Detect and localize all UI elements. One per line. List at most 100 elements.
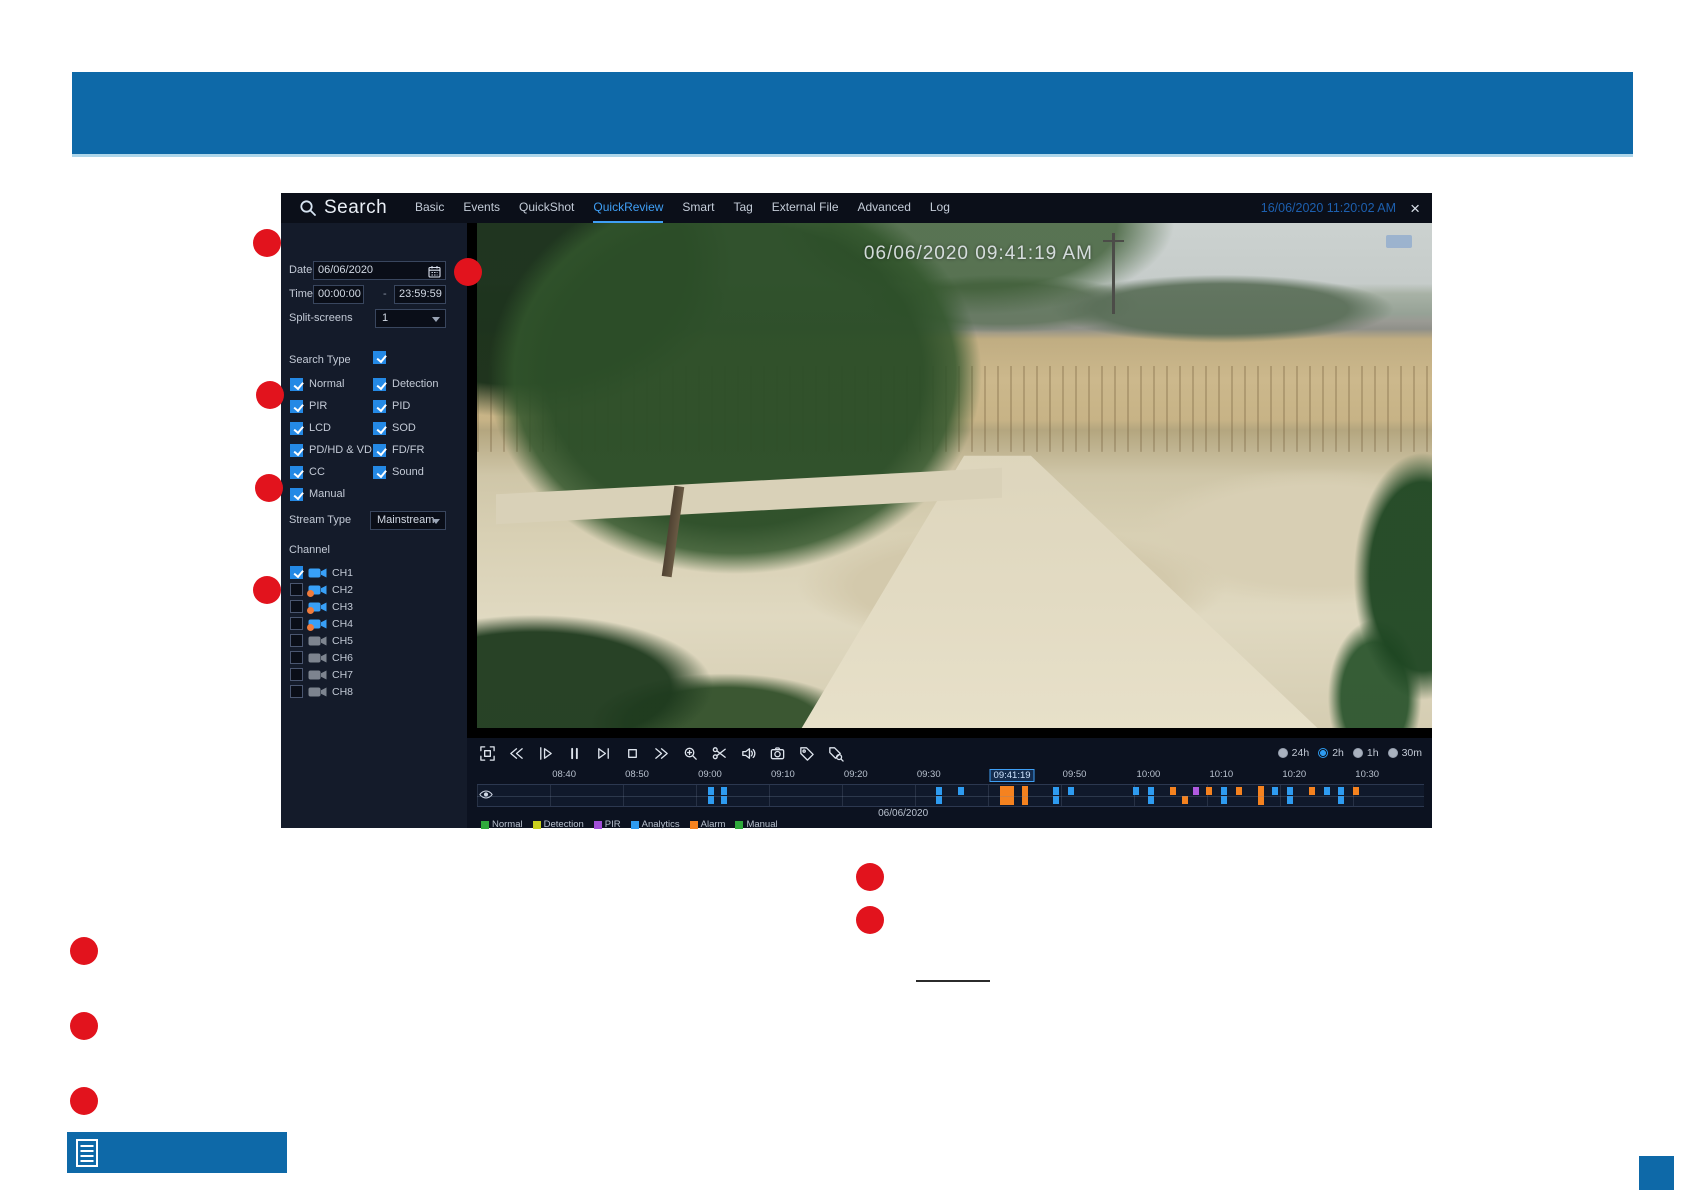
legend-item: Manual [735, 819, 777, 830]
checkbox-icon[interactable] [373, 444, 386, 457]
timeline-zoom-option[interactable]: 1h [1353, 747, 1379, 759]
add-tag-button[interactable] [796, 744, 817, 763]
search-tag-button[interactable] [825, 744, 846, 763]
checkbox-icon[interactable] [290, 685, 303, 698]
channel-option-label: CH4 [332, 618, 353, 630]
channel-option[interactable]: CH5 [290, 632, 467, 649]
search-type-option[interactable]: Detection [373, 373, 438, 395]
tab[interactable]: Events [463, 193, 500, 223]
tab[interactable]: Tag [733, 193, 752, 223]
checkbox-icon[interactable] [290, 422, 303, 435]
date-input[interactable]: 06/06/2020 [313, 261, 446, 280]
checkbox-icon[interactable] [373, 466, 386, 479]
video-player[interactable]: 06/06/2020 09:41:19 AM [467, 223, 1432, 738]
close-icon[interactable]: × [1410, 200, 1420, 217]
checkbox-icon[interactable] [290, 378, 303, 391]
checkbox-icon[interactable] [290, 400, 303, 413]
channel-option[interactable]: CH6 [290, 649, 467, 666]
checkbox-icon[interactable] [290, 488, 303, 501]
search-type-option[interactable]: Manual [290, 483, 373, 505]
stream-type-value: Mainstream [377, 514, 434, 526]
stream-type-select[interactable]: Mainstream [370, 511, 446, 530]
checkbox-icon[interactable] [373, 422, 386, 435]
timeline-tick-label: 09:30 [917, 769, 941, 780]
checkbox-icon[interactable] [290, 634, 303, 647]
channel-option-label: CH3 [332, 601, 353, 613]
tab[interactable]: Log [930, 193, 950, 223]
checkbox-icon[interactable] [373, 400, 386, 413]
tab[interactable]: QuickReview [593, 193, 663, 223]
calendar-icon[interactable] [428, 265, 441, 278]
tab[interactable]: Basic [415, 193, 444, 223]
search-type-option-label: Manual [309, 488, 345, 500]
timeline-marker [1133, 787, 1139, 795]
checkbox-icon[interactable] [290, 651, 303, 664]
search-type-option[interactable]: FD/FR [373, 439, 438, 461]
search-type-option-label: Normal [309, 378, 344, 390]
fast-forward-button[interactable] [651, 744, 672, 763]
search-type-options: Normal Detection PIR PID [290, 373, 438, 505]
rewind-button[interactable] [506, 744, 527, 763]
legend-swatch [631, 821, 639, 829]
legend-label: Manual [746, 819, 777, 830]
tab[interactable]: External File [772, 193, 839, 223]
tab[interactable]: QuickShot [519, 193, 574, 223]
timeline-marker [1272, 787, 1278, 795]
slow-play-button[interactable] [535, 744, 556, 763]
channel-option[interactable]: CH3 [290, 598, 467, 615]
timeline-tick-label: 10:00 [1137, 769, 1161, 780]
search-type-option[interactable]: PD/HD & VD [290, 439, 373, 461]
fullscreen-button[interactable] [477, 744, 498, 763]
checkbox-icon[interactable] [290, 466, 303, 479]
timeline-track[interactable] [477, 784, 1424, 807]
navbar-right: 16/06/2020 11:20:02 AM × [1261, 200, 1432, 217]
search-type-option[interactable]: PIR [290, 395, 373, 417]
split-screens-select[interactable]: 1 [375, 309, 446, 328]
eye-icon[interactable] [479, 789, 493, 800]
frame-step-button[interactable] [593, 744, 614, 763]
timeline-zoom-option[interactable]: 30m [1388, 747, 1422, 759]
cut-button[interactable] [709, 744, 730, 763]
channel-option[interactable]: CH1 [290, 564, 467, 581]
timeline-zoom-option[interactable]: 2h [1318, 747, 1344, 759]
time-from-input[interactable]: 00:00:00 [313, 285, 364, 304]
snapshot-button[interactable] [767, 744, 788, 763]
search-sidebar: Date 06/06/2020 Time 00:00:00 - 23:59: [281, 223, 467, 828]
checkbox-icon[interactable] [290, 566, 303, 579]
channel-option[interactable]: CH4 [290, 615, 467, 632]
split-screens-row: Split-screens 1 [281, 309, 467, 329]
checkbox-icon[interactable] [290, 444, 303, 457]
checkbox-icon[interactable] [373, 378, 386, 391]
split-screens-value: 1 [382, 312, 388, 324]
stop-button[interactable] [622, 744, 643, 763]
time-to-input[interactable]: 23:59:59 [394, 285, 446, 304]
camera-icon [308, 618, 327, 630]
search-type-option[interactable]: LCD [290, 417, 373, 439]
channel-label: Channel [289, 544, 330, 556]
channel-option[interactable]: CH2 [290, 581, 467, 598]
radio-icon [1318, 748, 1328, 758]
search-type-option[interactable]: Normal [290, 373, 373, 395]
search-type-all-checkbox[interactable] [373, 351, 386, 364]
timeline-zoom-option[interactable]: 24h [1278, 747, 1310, 759]
timeline-marker [1338, 796, 1344, 804]
checkbox-icon[interactable] [290, 617, 303, 630]
tab[interactable]: Smart [682, 193, 714, 223]
volume-button[interactable] [738, 744, 759, 763]
checkbox-icon[interactable] [290, 600, 303, 613]
channel-option[interactable]: CH7 [290, 666, 467, 683]
pause-button[interactable] [564, 744, 585, 763]
checkbox-icon[interactable] [290, 668, 303, 681]
checkbox-icon[interactable] [290, 583, 303, 596]
search-type-option[interactable]: SOD [373, 417, 438, 439]
digital-zoom-button[interactable] [680, 744, 701, 763]
channel-option[interactable]: CH8 [290, 683, 467, 700]
tab[interactable]: Advanced [858, 193, 911, 223]
radio-icon [1388, 748, 1398, 758]
search-type-option[interactable]: CC [290, 461, 373, 483]
search-type-option[interactable]: Sound [373, 461, 438, 483]
legend-item: Analytics [631, 819, 680, 830]
garden-side-path [496, 467, 1002, 524]
timeline-marker [936, 787, 942, 795]
search-type-option[interactable]: PID [373, 395, 438, 417]
